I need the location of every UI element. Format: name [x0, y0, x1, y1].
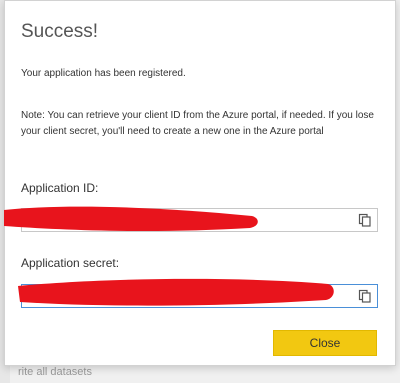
success-dialog: Success! Your application has been regis…: [4, 0, 396, 366]
close-button[interactable]: Close: [273, 330, 377, 356]
copy-icon[interactable]: [358, 289, 372, 303]
copy-icon[interactable]: [358, 213, 372, 227]
success-message: Your application has been registered.: [21, 68, 186, 79]
application-id-label: Application ID:: [21, 181, 99, 195]
application-secret-label: Application secret:: [21, 256, 120, 270]
note-text: Note: You can retrieve your client ID fr…: [21, 110, 374, 137]
background-text: rite all datasets: [18, 366, 92, 378]
application-id-field[interactable]: [21, 208, 378, 232]
application-secret-field[interactable]: [21, 284, 378, 308]
dialog-title: Success!: [21, 21, 99, 42]
